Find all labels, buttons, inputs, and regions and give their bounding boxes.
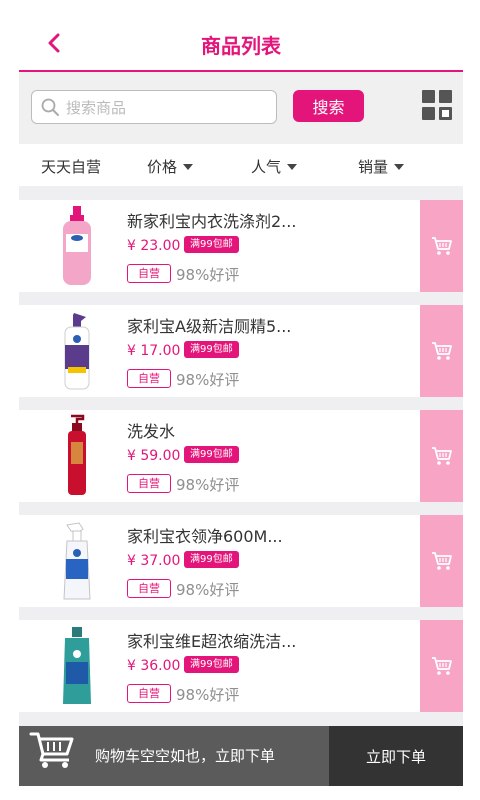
shipping-badge: 满99包邮 <box>184 656 239 673</box>
add-to-cart-button[interactable] <box>420 305 463 397</box>
cart-icon <box>431 342 452 360</box>
search-input[interactable] <box>64 95 273 121</box>
product-item[interactable]: 新家利宝内衣洗涤剂2... ¥ 23.00 满99包邮 自营 98%好评 <box>19 200 463 292</box>
add-to-cart-button[interactable] <box>420 515 463 607</box>
filter-sales[interactable]: 销量 <box>358 156 405 177</box>
grid-view-icon[interactable] <box>422 90 452 120</box>
product-image <box>63 206 91 285</box>
self-operated-badge: 自营 <box>127 264 171 283</box>
product-name: 家利宝衣领净600M... <box>127 527 283 546</box>
caret-down-icon <box>394 163 405 170</box>
self-operated-badge: 自营 <box>127 579 171 598</box>
product-price: ¥ 23.00 <box>127 238 181 254</box>
product-name: 新家利宝内衣洗涤剂2... <box>127 212 297 231</box>
search-button[interactable]: 搜索 <box>293 90 364 122</box>
product-price: ¥ 17.00 <box>127 343 181 359</box>
shipping-badge: 满99包邮 <box>184 551 239 568</box>
product-name: 家利宝维E超浓缩洗洁... <box>127 632 297 651</box>
product-price: ¥ 36.00 <box>127 658 181 674</box>
product-rating: 98%好评 <box>176 371 240 389</box>
cart-bar: 购物车空空如也，立即下单 立即下单 <box>19 726 463 786</box>
filter-label: 天天自营 <box>41 158 102 176</box>
add-to-cart-button[interactable] <box>420 410 463 502</box>
product-image <box>68 414 86 495</box>
filter-self-operated[interactable]: 天天自营 <box>41 156 101 177</box>
page-title: 商品列表 <box>201 34 281 58</box>
filter-label: 价格 <box>147 158 178 176</box>
product-image <box>63 522 91 600</box>
product-item[interactable]: 洗发水 ¥ 59.00 满99包邮 自营 98%好评 <box>19 410 463 502</box>
product-rating: 98%好评 <box>176 581 240 599</box>
product-list: 新家利宝内衣洗涤剂2... ¥ 23.00 满99包邮 自营 98%好评 家利宝… <box>19 186 463 726</box>
cart-empty-text: 购物车空空如也，立即下单 <box>95 747 276 765</box>
app-screen: 商品列表 搜索 天天自营 价格 人气 <box>19 0 463 800</box>
order-now-button[interactable]: 立即下单 <box>329 726 463 786</box>
filter-popularity[interactable]: 人气 <box>251 156 298 177</box>
cart-summary[interactable]: 购物车空空如也，立即下单 <box>19 726 329 786</box>
product-name: 家利宝A级新洁厕精5... <box>127 317 292 336</box>
cart-icon <box>431 552 452 570</box>
self-operated-badge: 自营 <box>127 369 171 388</box>
product-item[interactable]: 家利宝衣领净600M... ¥ 37.00 满99包邮 自营 98%好评 <box>19 515 463 607</box>
product-price: ¥ 37.00 <box>127 553 181 569</box>
cart-icon <box>431 237 452 255</box>
bottom-padding <box>19 786 463 800</box>
self-operated-badge: 自营 <box>127 474 171 493</box>
product-image <box>63 627 91 704</box>
self-operated-badge: 自营 <box>127 684 171 703</box>
filter-bar: 天天自营 价格 人气 销量 <box>19 144 463 186</box>
filter-label: 人气 <box>251 158 282 176</box>
product-price: ¥ 59.00 <box>127 448 181 464</box>
product-rating: 98%好评 <box>176 686 240 704</box>
shopping-cart-icon <box>29 732 74 768</box>
product-rating: 98%好评 <box>176 476 240 494</box>
filter-price[interactable]: 价格 <box>147 156 194 177</box>
cart-icon <box>431 657 452 675</box>
product-item[interactable]: 家利宝A级新洁厕精5... ¥ 17.00 满99包邮 自营 98%好评 <box>19 305 463 397</box>
search-bar: 搜索 <box>19 72 463 144</box>
caret-down-icon <box>183 163 194 170</box>
product-item[interactable]: 家利宝维E超浓缩洗洁... ¥ 36.00 满99包邮 自营 98%好评 <box>19 620 463 712</box>
shipping-badge: 满99包邮 <box>184 446 239 463</box>
cart-icon <box>431 447 452 465</box>
shipping-badge: 满99包邮 <box>184 341 239 358</box>
caret-down-icon <box>287 163 298 170</box>
add-to-cart-button[interactable] <box>420 200 463 292</box>
header: 商品列表 <box>19 0 463 72</box>
search-icon <box>41 98 59 116</box>
add-to-cart-button[interactable] <box>420 620 463 712</box>
product-image <box>64 313 90 390</box>
shipping-badge: 满99包邮 <box>184 236 239 253</box>
filter-label: 销量 <box>358 158 389 176</box>
product-rating: 98%好评 <box>176 266 240 284</box>
product-name: 洗发水 <box>127 422 176 441</box>
search-box[interactable] <box>31 90 277 124</box>
